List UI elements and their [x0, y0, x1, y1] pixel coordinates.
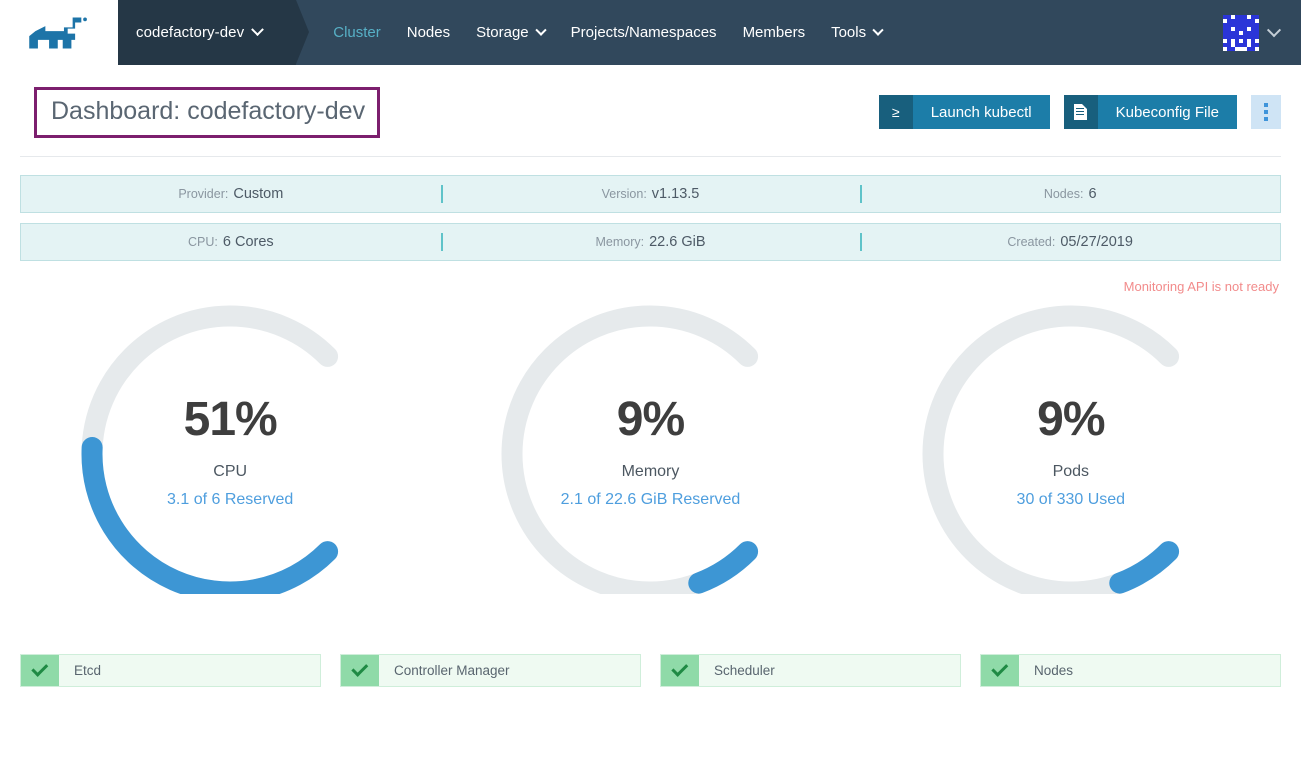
chevron-down-icon [251, 23, 265, 37]
info-value-provider: Custom [233, 185, 284, 202]
cluster-info-row-2: CPU: 6 Cores Memory: 22.6 GiB Created: 0… [20, 222, 1281, 261]
status-controller-manager-label: Controller Manager [394, 662, 510, 678]
page-header: Dashboard: codefactory-dev ≥ Launch kube… [20, 65, 1281, 157]
nav-link-cluster-label: Cluster [333, 24, 381, 41]
gauge-cpu: 51% CPU 3.1 of 6 Reserved [20, 304, 440, 604]
check-icon [981, 654, 1019, 686]
nav-link-cluster[interactable]: Cluster [320, 0, 394, 65]
kubeconfig-file-label: Kubeconfig File [1097, 95, 1237, 130]
info-cell-version: Version: v1.13.5 [440, 176, 861, 212]
check-icon [661, 654, 699, 686]
nav-link-tools[interactable]: Tools [818, 0, 895, 65]
info-cell-nodes: Nodes: 6 [860, 176, 1280, 212]
header-actions: ≥ Launch kubectl Kubeconfig File [878, 95, 1281, 130]
user-identicon-avatar-icon [1223, 14, 1259, 51]
check-icon [21, 654, 59, 686]
nav-link-storage-label: Storage [476, 24, 529, 41]
nav-link-storage[interactable]: Storage [463, 0, 558, 65]
user-menu[interactable] [1223, 0, 1301, 65]
cluster-info-row-1: Provider: Custom Version: v1.13.5 Nodes:… [20, 174, 1281, 213]
info-cell-provider: Provider: Custom [21, 176, 441, 212]
nav-link-members[interactable]: Members [730, 0, 819, 65]
cluster-info: Provider: Custom Version: v1.13.5 Nodes:… [0, 157, 1301, 261]
gauge-memory-label: Memory [621, 462, 680, 480]
info-key-provider: Provider: [178, 186, 229, 201]
resource-gauges: 51% CPU 3.1 of 6 Reserved 9% Memory 2.1 … [0, 296, 1301, 604]
info-key-memory: Memory: [595, 234, 645, 249]
gauge-pods-percent: 9% [1037, 392, 1105, 446]
info-key-cpu: CPU: [188, 234, 218, 249]
top-navbar: codefactory-dev Cluster Nodes Storage Pr… [0, 0, 1301, 65]
chevron-down-icon [534, 24, 547, 36]
chevron-down-icon [1266, 22, 1282, 37]
status-nodes-label: Nodes [1034, 662, 1074, 678]
component-statuses: Etcd Controller Manager Scheduler Nodes [0, 604, 1301, 687]
status-controller-manager: Controller Manager [340, 653, 641, 687]
info-cell-memory: Memory: 22.6 GiB [440, 224, 861, 260]
info-value-memory: 22.6 GiB [649, 233, 706, 250]
chevron-down-icon [872, 24, 884, 36]
cluster-switcher[interactable]: codefactory-dev [118, 0, 310, 65]
gauge-pods-label: Pods [1052, 462, 1090, 480]
status-etcd-label: Etcd [74, 662, 102, 678]
nav-link-projects-namespaces-label: Projects/Namespaces [570, 24, 717, 41]
info-value-version: v1.13.5 [651, 185, 700, 202]
file-icon [1063, 95, 1098, 130]
primary-nav: Cluster Nodes Storage Projects/Namespace… [320, 0, 895, 65]
info-value-created: 05/27/2019 [1060, 233, 1133, 250]
info-value-nodes: 6 [1088, 185, 1097, 202]
gauge-memory-detail: 2.1 of 22.6 GiB Reserved [560, 490, 741, 508]
nav-link-nodes[interactable]: Nodes [394, 0, 463, 65]
page-title: Dashboard: codefactory-dev [51, 97, 366, 125]
gauge-cpu-label: CPU [213, 462, 248, 480]
launch-kubectl-label: Launch kubectl [912, 95, 1050, 130]
info-key-nodes: Nodes: [1043, 186, 1084, 201]
launch-kubectl-button[interactable]: ≥ Launch kubectl [878, 95, 1050, 130]
gauge-memory: 9% Memory 2.1 of 22.6 GiB Reserved [440, 304, 860, 604]
info-key-version: Version: [601, 186, 647, 201]
kubectl-prompt-icon: ≥ [878, 95, 913, 130]
nav-link-members-label: Members [742, 24, 806, 41]
check-icon [341, 654, 379, 686]
info-value-cpu: 6 Cores [222, 233, 274, 250]
nav-link-tools-label: Tools [831, 24, 867, 41]
monitoring-warning-text: Monitoring API is not ready [1123, 278, 1279, 294]
info-cell-created: Created: 05/27/2019 [860, 224, 1280, 260]
gauge-cpu-center: 51% CPU 3.1 of 6 Reserved [20, 392, 440, 509]
status-scheduler: Scheduler [660, 653, 961, 687]
gauge-pods-detail: 30 of 330 Used [1016, 490, 1126, 508]
page-title-highlight: Dashboard: codefactory-dev [34, 87, 381, 138]
status-nodes: Nodes [980, 653, 1281, 687]
kebab-menu-icon[interactable] [1251, 95, 1281, 130]
gauge-cpu-percent: 51% [183, 392, 278, 446]
info-key-created: Created: [1007, 234, 1056, 249]
status-scheduler-label: Scheduler [714, 662, 775, 678]
nav-link-nodes-label: Nodes [406, 24, 451, 41]
cluster-switcher-label: codefactory-dev [136, 24, 245, 41]
gauge-pods: 9% Pods 30 of 330 Used [861, 304, 1281, 604]
app-logo[interactable] [0, 0, 118, 65]
info-cell-cpu: CPU: 6 Cores [21, 224, 441, 260]
gauge-pods-center: 9% Pods 30 of 330 Used [861, 392, 1281, 509]
gauge-cpu-detail: 3.1 of 6 Reserved [167, 490, 294, 508]
kubeconfig-file-button[interactable]: Kubeconfig File [1063, 95, 1237, 130]
status-etcd: Etcd [20, 653, 321, 687]
monitoring-warning-row: Monitoring API is not ready [0, 271, 1301, 296]
nav-link-projects-namespaces[interactable]: Projects/Namespaces [558, 0, 730, 65]
rancher-cow-logo-icon [29, 17, 87, 48]
gauge-memory-center: 9% Memory 2.1 of 22.6 GiB Reserved [440, 392, 860, 509]
gauge-memory-percent: 9% [616, 392, 685, 446]
